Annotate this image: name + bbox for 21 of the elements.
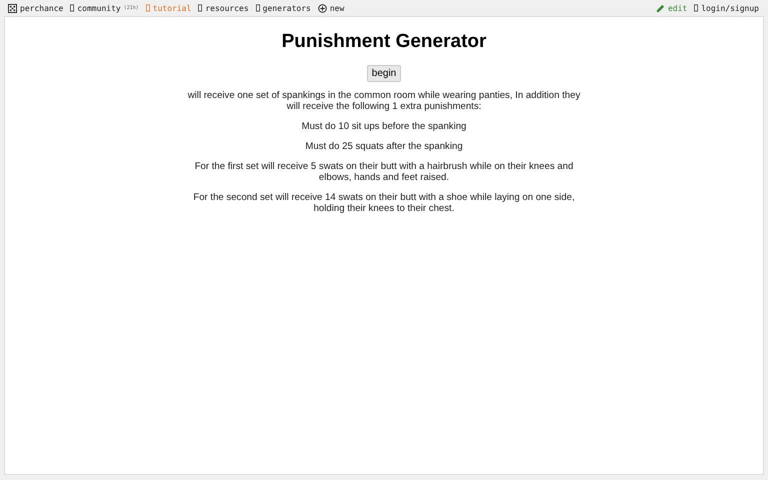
page-title: Punishment Generator bbox=[282, 31, 486, 53]
nav-link[interactable]: resources bbox=[198, 4, 249, 12]
placeholder-glyph-icon bbox=[198, 4, 202, 12]
nav-link[interactable]: edit bbox=[656, 4, 688, 12]
placeholder-glyph-icon bbox=[146, 4, 150, 12]
placeholder-glyph-icon bbox=[694, 4, 698, 12]
paragraph: For the second set will receive 14 swats on their butt with a shoe while laying on one side, holding their knees to their chest. bbox=[192, 192, 576, 214]
nav-link[interactable]: generators bbox=[256, 4, 311, 12]
begin-button[interactable]: begin bbox=[366, 65, 402, 82]
dice-icon bbox=[8, 4, 17, 12]
plus-icon bbox=[318, 4, 327, 12]
nav-link[interactable]: login/signup bbox=[694, 4, 759, 12]
nav-link[interactable]: new bbox=[318, 4, 344, 12]
paragraph: Must do 25 squats after the spanking bbox=[304, 141, 464, 152]
pencil-icon bbox=[656, 4, 665, 12]
placeholder-glyph-icon bbox=[70, 4, 74, 12]
nav-link[interactable]: perchance bbox=[8, 4, 64, 12]
paragraph: will receive one set of spankings in the common room while wearing panties, In addition they will receive the following 1 extra punishments: bbox=[186, 90, 582, 112]
paragraph: For the first set will receive 5 swats on their butt with a hairbrush while on their knees and elbows, hands and feet raised. bbox=[194, 161, 574, 183]
paragraph: Must do 10 sit ups before the spanking bbox=[300, 121, 468, 132]
placeholder-glyph-icon bbox=[256, 4, 260, 12]
